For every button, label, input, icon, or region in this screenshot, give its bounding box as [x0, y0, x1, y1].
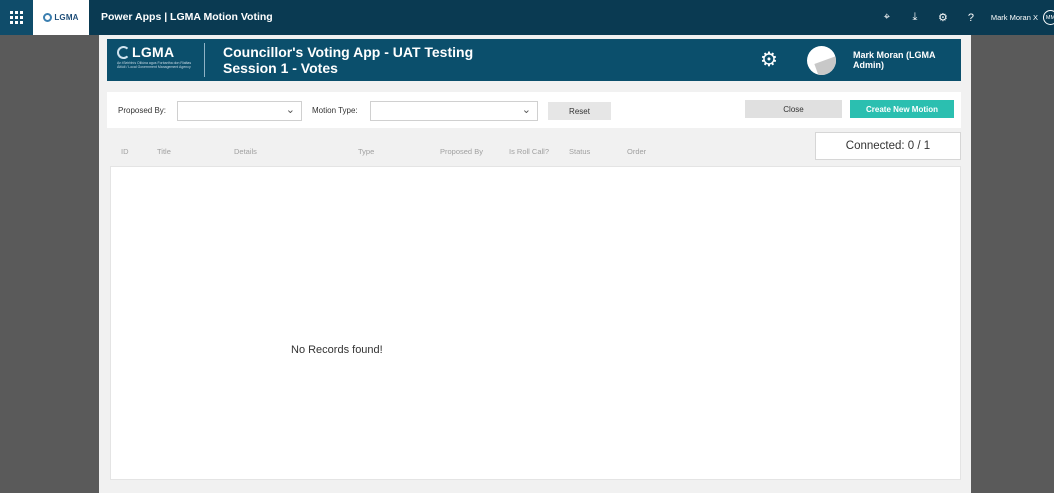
presentation-icon[interactable]: ⌖ [873, 11, 901, 24]
column-header-status[interactable]: Status [569, 147, 590, 156]
header-logo-subtext: An tSeirbhís Oiliúna agus Forbartha don … [117, 61, 192, 69]
reset-button[interactable]: Reset [548, 102, 611, 120]
create-new-motion-button[interactable]: Create New Motion [850, 100, 954, 118]
column-header-order[interactable]: Order [627, 147, 646, 156]
lgma-logo-icon [43, 13, 53, 22]
suite-logo[interactable]: LGMA [33, 0, 89, 35]
connected-status: Connected: 0 / 1 [815, 132, 961, 160]
motions-table-body: No Records found! [110, 166, 961, 480]
column-header-id[interactable]: ID [121, 147, 129, 156]
column-header-details[interactable]: Details [234, 147, 257, 156]
chevron-down-icon: ⌄ [285, 104, 295, 116]
app-header: LGMA An tSeirbhís Oiliúna agus Forbartha… [107, 39, 961, 81]
column-header-title[interactable]: Title [157, 147, 171, 156]
table-header: ID Title Details Type Proposed By Is Rol… [107, 142, 807, 160]
settings-gear-icon[interactable]: ⚙ [758, 49, 780, 71]
user-name[interactable]: Mark Moran X [991, 13, 1038, 22]
suite-actions: ⌖ ⤓ ⚙ ? Mark Moran X MM [873, 0, 1054, 35]
proposed-by-dropdown[interactable]: ⌄ [177, 101, 302, 121]
column-header-is-roll-call[interactable]: Is Roll Call? [509, 147, 549, 156]
motion-type-dropdown[interactable]: ⌄ [370, 101, 538, 121]
proposed-by-label: Proposed By: [118, 106, 167, 115]
avatar[interactable]: MM [1043, 10, 1054, 25]
suite-logo-text: LGMA [54, 13, 79, 22]
chevron-down-icon: ⌄ [521, 104, 531, 116]
page-title-line2: Session 1 - Votes [223, 60, 338, 76]
app-launcher-button[interactable] [0, 0, 33, 35]
waffle-icon [10, 11, 23, 24]
close-button[interactable]: Close [745, 100, 842, 118]
lgma-swirl-icon [117, 45, 130, 59]
download-icon[interactable]: ⤓ [901, 11, 929, 24]
app-title: Power Apps | LGMA Motion Voting [101, 11, 273, 23]
motion-type-label: Motion Type: [312, 106, 358, 115]
column-header-type[interactable]: Type [358, 147, 374, 156]
filter-bar: Proposed By: ⌄ Motion Type: ⌄ Reset Clos… [107, 92, 961, 128]
empty-state-message: No Records found! [291, 344, 383, 356]
gear-icon[interactable]: ⚙ [929, 11, 957, 24]
header-user-name: Mark Moran (LGMA Admin) [853, 50, 936, 70]
header-logo-text: LGMA [132, 44, 175, 60]
suite-bar: LGMA Power Apps | LGMA Motion Voting ⌖ ⤓… [0, 0, 1054, 35]
header-logo: LGMA An tSeirbhís Oiliúna agus Forbartha… [117, 44, 199, 76]
help-icon[interactable]: ? [957, 12, 985, 24]
app-canvas: LGMA An tSeirbhís Oiliúna agus Forbartha… [99, 35, 971, 493]
page-title: Councillor's Voting App - UAT Testing Se… [223, 44, 473, 76]
page-title-line1: Councillor's Voting App - UAT Testing [223, 44, 474, 60]
column-header-proposed-by[interactable]: Proposed By [440, 147, 483, 156]
header-divider [204, 43, 205, 77]
user-avatar[interactable] [807, 46, 836, 75]
